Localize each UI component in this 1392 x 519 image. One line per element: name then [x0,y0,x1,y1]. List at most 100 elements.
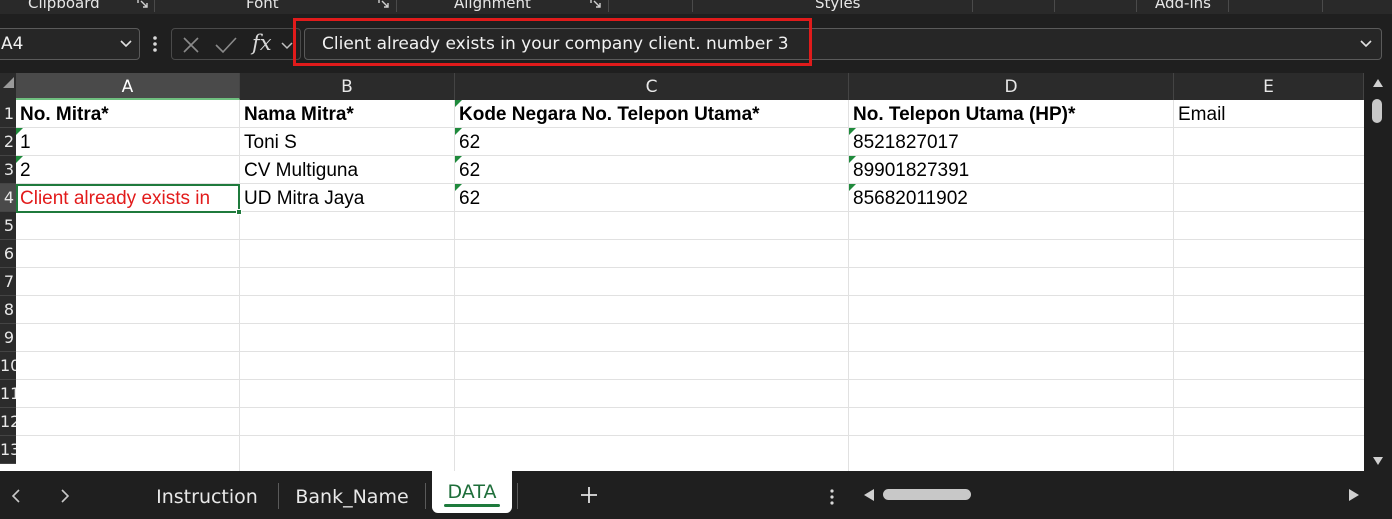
chevron-right-icon[interactable] [60,489,70,503]
row-header-13[interactable]: 13 [0,436,16,464]
row-header-10[interactable]: 10 [0,352,16,380]
scroll-up-icon[interactable] [1373,79,1383,87]
formula-input[interactable]: Client already exists in your company cl… [304,28,1382,60]
row-header-6[interactable]: 6 [0,240,16,268]
ribbon-group-labels: Clipboard Font Alignment Styles Add-ins [0,0,1392,14]
tab-separator [517,483,518,509]
insert-function-button[interactable]: fx [252,31,272,55]
column-header-a[interactable]: A [16,73,240,100]
row-header-9[interactable]: 9 [0,324,16,352]
sheet-tab-label: Bank_Name [295,486,409,508]
select-all-triangle-icon [3,77,14,88]
cell-a2[interactable]: 1 [16,128,239,156]
row-header-12[interactable]: 12 [0,408,16,436]
cell-e1[interactable]: Email [1174,100,1364,128]
scroll-left-icon[interactable] [864,489,874,501]
chevron-down-icon[interactable] [119,37,133,51]
tab-separator [278,483,279,509]
add-sheet-icon[interactable] [578,484,600,506]
cell-a3[interactable]: 2 [16,156,239,184]
gridline [16,379,1364,380]
row-header-7[interactable]: 7 [0,268,16,296]
column-header-c[interactable]: C [455,73,849,100]
error-indicator-icon[interactable] [849,156,856,163]
error-indicator-icon[interactable] [16,128,23,135]
cell-c4[interactable]: 62 [455,184,848,212]
cell-area[interactable]: No. Mitra* Nama Mitra* Kode Negara No. T… [16,100,1364,471]
row-header-8[interactable]: 8 [0,296,16,324]
more-options-icon[interactable] [829,487,835,507]
sheet-tab-instruction[interactable]: Instruction [146,483,268,513]
error-indicator-icon[interactable] [455,128,462,135]
cell-c1[interactable]: Kode Negara No. Telepon Utama* [455,100,848,128]
gridline [16,267,1364,268]
column-header-b[interactable]: B [240,73,455,100]
worksheet-grid: A B C D E 1 2 3 4 5 6 7 8 9 10 11 12 13 [0,73,1364,471]
error-indicator-icon[interactable] [455,184,462,191]
gridline [16,239,1364,240]
more-options-icon[interactable] [150,33,160,55]
cancel-icon[interactable] [181,35,201,55]
vertical-scrollbar[interactable] [1364,73,1392,471]
ribbon-separator [692,0,693,12]
name-box-value: A4 [1,34,24,54]
cell-d2[interactable]: 8521827017 [849,128,1173,156]
ribbon-separator [1322,0,1323,12]
cell-a1[interactable]: No. Mitra* [16,100,239,128]
cell-c2[interactable]: 62 [455,128,848,156]
row-header-11[interactable]: 11 [0,380,16,408]
enter-checkmark-icon[interactable] [214,35,238,55]
error-indicator-icon[interactable] [455,100,462,107]
ribbon-separator [1054,0,1055,12]
scroll-right-icon[interactable] [1349,489,1359,501]
row-header-3[interactable]: 3 [0,156,16,184]
cell-b2[interactable]: Toni S [240,128,454,156]
ribbon-separator [972,0,973,12]
cell-d4[interactable]: 85682011902 [849,184,1173,212]
gridline [16,323,1364,324]
fill-handle[interactable] [236,209,242,215]
cell-a4[interactable]: Client already exists in [16,184,239,212]
sheet-tab-bank-name[interactable]: Bank_Name [288,483,416,513]
ribbon-separator [154,0,155,12]
dialog-launcher-icon[interactable] [590,0,602,9]
gridline [16,351,1364,352]
ribbon-group-add-ins: Add-ins [1155,0,1211,12]
ribbon-group-styles: Styles [815,0,861,12]
error-indicator-icon[interactable] [455,156,462,163]
row-header-2[interactable]: 2 [0,128,16,156]
active-tab-underline [444,504,500,507]
vertical-scroll-thumb[interactable] [1372,99,1382,123]
gridline [16,435,1364,436]
ribbon-separator [1136,0,1137,12]
row-header-4[interactable]: 4 [0,184,16,212]
sheet-tab-label: Instruction [156,486,258,508]
error-indicator-icon[interactable] [849,184,856,191]
error-indicator-icon[interactable] [16,156,23,163]
cell-d1[interactable]: No. Telepon Utama (HP)* [849,100,1173,128]
cell-b4[interactable]: UD Mitra Jaya [240,184,454,212]
tab-separator [425,483,426,509]
dialog-launcher-icon[interactable] [378,0,390,9]
error-indicator-icon[interactable] [849,128,856,135]
expand-formula-bar-icon[interactable] [1359,37,1373,51]
ribbon-group-font: Font [246,0,279,12]
chevron-down-icon[interactable] [280,39,294,53]
cell-b1[interactable]: Nama Mitra* [240,100,454,128]
row-header-5[interactable]: 5 [0,212,16,240]
row-header-1[interactable]: 1 [0,100,16,128]
name-box[interactable]: A4 [0,28,140,60]
ribbon-separator [608,0,609,12]
sheet-tab-data[interactable]: DATA [432,471,512,513]
gridline [16,407,1364,408]
column-header-e[interactable]: E [1174,73,1364,100]
cell-c3[interactable]: 62 [455,156,848,184]
cell-b3[interactable]: CV Multiguna [240,156,454,184]
horizontal-scroll-thumb[interactable] [883,489,971,500]
scroll-down-icon[interactable] [1373,457,1383,465]
dialog-launcher-icon[interactable] [137,0,149,9]
cell-d3[interactable]: 89901827391 [849,156,1173,184]
select-all-button[interactable] [0,73,16,100]
column-header-d[interactable]: D [849,73,1174,100]
chevron-left-icon[interactable] [11,489,21,503]
